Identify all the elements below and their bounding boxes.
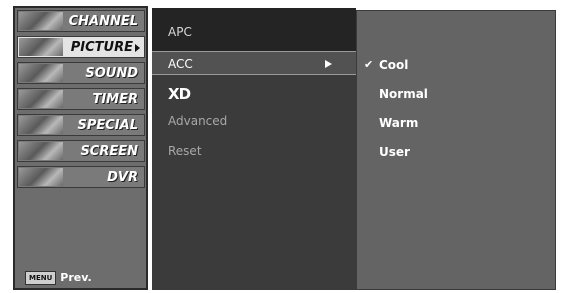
- option-label: Cool: [379, 58, 409, 72]
- option-label: Normal: [379, 87, 428, 101]
- option-user[interactable]: User: [357, 141, 553, 163]
- submenu-item-label: XD: [168, 85, 191, 103]
- menu-item-label: PICTURE: [70, 40, 133, 55]
- prev-label: Prev.: [60, 271, 92, 284]
- option-cool[interactable]: ✔ Cool: [357, 54, 553, 76]
- submenu-arrow-icon: [325, 60, 332, 68]
- checkmark-icon: ✔: [364, 58, 374, 71]
- menu-item-special[interactable]: SPECIAL: [17, 114, 145, 136]
- menu-item-dvr[interactable]: DVR: [17, 166, 145, 188]
- channel-thumbnail-icon: [19, 12, 63, 30]
- dvr-thumbnail-icon: [19, 168, 63, 186]
- sound-thumbnail-icon: [19, 64, 63, 82]
- screen-thumbnail-icon: [19, 142, 63, 160]
- submenu-item-apc[interactable]: APC: [152, 20, 356, 44]
- submenu-item-reset[interactable]: Reset: [152, 139, 356, 163]
- menu-item-label: SPECIAL: [77, 118, 139, 133]
- menu-item-label: CHANNEL: [68, 14, 138, 29]
- menu-item-label: SCREEN: [80, 144, 138, 159]
- option-label: Warm: [379, 116, 419, 130]
- option-warm[interactable]: Warm: [357, 112, 553, 134]
- menu-item-screen[interactable]: SCREEN: [17, 140, 145, 162]
- submenu-item-label: ACC: [168, 57, 193, 71]
- submenu-item-acc[interactable]: ACC: [152, 51, 356, 75]
- timer-thumbnail-icon: [19, 90, 63, 108]
- menu-key-icon: MENU: [25, 271, 57, 285]
- menu-item-label: TIMER: [92, 92, 138, 107]
- acc-options-panel: ✔ Cool Normal Warm User: [356, 10, 556, 290]
- menu-item-timer[interactable]: TIMER: [17, 88, 145, 110]
- submenu-item-label: Advanced: [168, 114, 228, 128]
- submenu-item-xd[interactable]: XD: [152, 82, 356, 106]
- menu-item-channel[interactable]: CHANNEL: [17, 10, 145, 32]
- submenu-item-label: APC: [168, 25, 192, 39]
- menu-item-sound[interactable]: SOUND: [17, 62, 145, 84]
- picture-thumbnail-icon: [19, 38, 63, 56]
- arrow-right-icon: [135, 43, 140, 52]
- prev-hint[interactable]: MENU Prev.: [25, 270, 92, 286]
- special-thumbnail-icon: [19, 116, 63, 134]
- picture-submenu: APC ACC XD Advanced Reset: [152, 8, 356, 290]
- menu-item-label: DVR: [107, 170, 138, 185]
- submenu-item-advanced[interactable]: Advanced: [152, 109, 356, 133]
- menu-item-label: SOUND: [85, 66, 138, 81]
- menu-item-picture[interactable]: PICTURE: [17, 36, 145, 58]
- option-label: User: [379, 145, 410, 159]
- option-normal[interactable]: Normal: [357, 83, 553, 105]
- submenu-item-label: Reset: [168, 144, 202, 158]
- main-menu-panel: CHANNEL PICTURE SOUND TIMER SPECIAL SCRE…: [13, 6, 148, 290]
